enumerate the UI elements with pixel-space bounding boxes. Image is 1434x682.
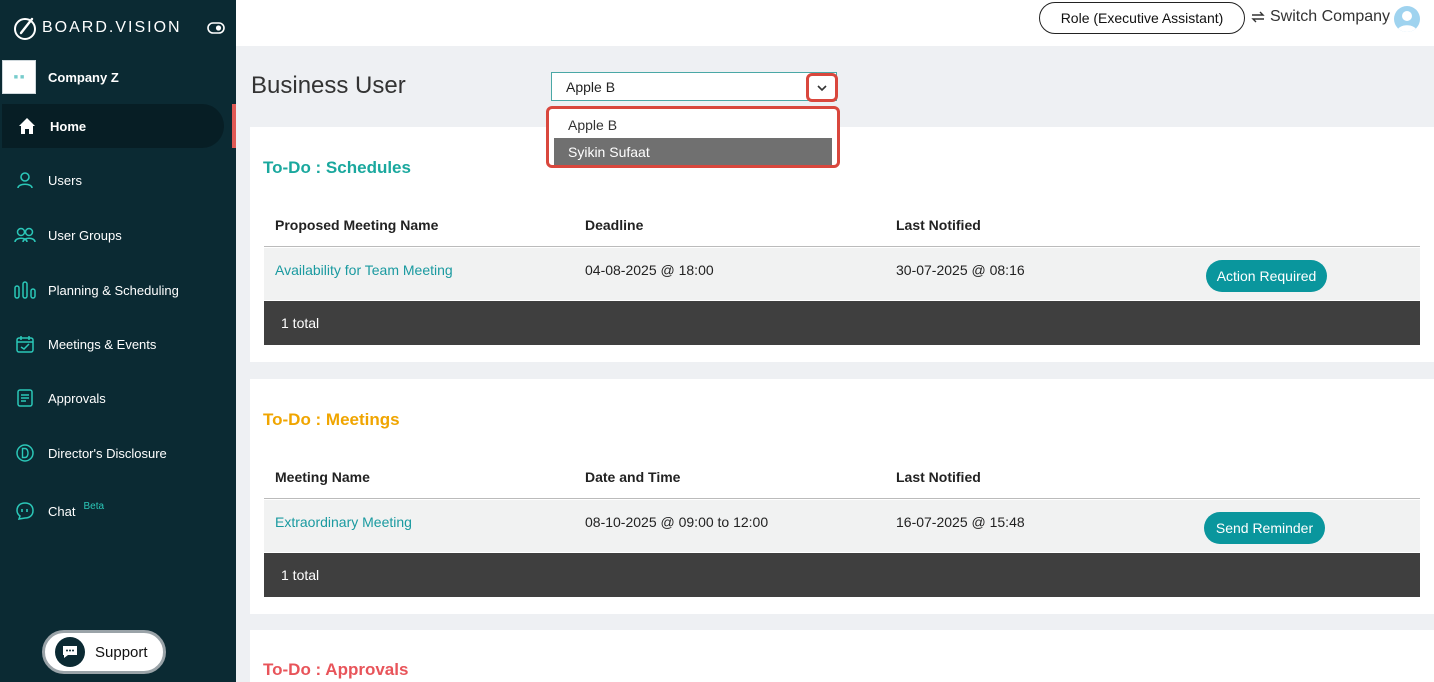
schedules-card: To-Do : Schedules Proposed Meeting Name …: [250, 127, 1434, 362]
switch-company-button[interactable]: Switch Company: [1250, 8, 1390, 26]
approvals-card: To-Do : Approvals: [250, 630, 1434, 682]
column-header: Meeting Name: [275, 469, 370, 485]
sidebar-item-approvals[interactable]: Approvals: [0, 376, 232, 420]
avatar[interactable]: [1394, 6, 1420, 32]
bars-icon: [14, 279, 36, 301]
column-header: Date and Time: [585, 469, 681, 485]
table-row: Extraordinary Meeting 08-10-2025 @ 09:00…: [264, 500, 1420, 552]
support-button[interactable]: Support: [42, 630, 166, 674]
column-header: Deadline: [585, 217, 644, 233]
sidebar-item-planning[interactable]: Planning & Scheduling: [0, 268, 232, 312]
user-dropdown: Apple B Syikin Sufaat: [546, 106, 840, 168]
schedules-total: 1 total: [264, 301, 1420, 345]
sidebar-item-label: Director's Disclosure: [48, 445, 167, 461]
column-header: Last Notified: [896, 217, 981, 233]
column-header: Proposed Meeting Name: [275, 217, 439, 233]
sidebar-item-home[interactable]: Home: [2, 104, 224, 148]
sidebar-item-label: Approvals: [48, 390, 106, 406]
meetings-total: 1 total: [264, 553, 1420, 597]
sidebar-item-label: Users: [48, 172, 82, 188]
active-indicator: [232, 104, 236, 148]
chat-bubble-icon: [55, 637, 85, 667]
last-notified-cell: 16-07-2025 @ 15:48: [896, 514, 1025, 530]
home-icon: [16, 115, 38, 137]
beta-badge: Beta: [83, 500, 105, 512]
business-user-select[interactable]: Apple B: [551, 72, 837, 101]
column-header: Last Notified: [896, 469, 981, 485]
support-label: Support: [95, 643, 148, 661]
brand[interactable]: BOARD.VISION: [12, 12, 182, 44]
last-notified-cell: 30-07-2025 @ 08:16: [896, 262, 1025, 278]
user-icon: [14, 169, 36, 191]
chevron-down-icon: [817, 84, 827, 91]
table-row: Availability for Team Meeting 04-08-2025…: [264, 248, 1420, 300]
sidebar-item-label: User Groups: [48, 227, 122, 243]
avatar-icon: [1397, 11, 1417, 32]
sidebar: BOARD.VISION ■ ■ Company Z Home Users Us…: [0, 0, 236, 682]
users-icon: [14, 224, 36, 246]
d-circle-icon: [14, 442, 36, 464]
meetings-title: To-Do : Meetings: [263, 410, 400, 429]
sidebar-item-disclosure[interactable]: Director's Disclosure: [0, 431, 232, 475]
document-icon: [14, 387, 36, 409]
company-switcher[interactable]: ■ ■ Company Z: [2, 60, 119, 94]
sidebar-item-label: Chat: [48, 503, 76, 519]
meeting-link[interactable]: Extraordinary Meeting: [275, 514, 412, 530]
sidebar-item-label: Planning & Scheduling: [48, 282, 179, 298]
meetings-card: To-Do : Meetings Meeting Name Date and T…: [250, 379, 1434, 614]
chat-icon: [14, 500, 36, 522]
role-button[interactable]: Role (Executive Assistant): [1039, 2, 1245, 34]
toggle-icon[interactable]: [207, 21, 225, 35]
send-reminder-button[interactable]: Send Reminder: [1204, 512, 1325, 544]
sidebar-item-users[interactable]: Users: [0, 158, 232, 202]
switch-company-label: Switch Company: [1270, 8, 1391, 25]
brand-name: BOARD.VISION: [42, 19, 182, 36]
deadline-cell: 04-08-2025 @ 18:00: [585, 262, 714, 278]
swap-icon: [1251, 11, 1265, 23]
sidebar-item-chat[interactable]: Chat Beta: [0, 489, 232, 533]
sidebar-item-label: Meetings & Events: [48, 336, 157, 352]
dropdown-option[interactable]: Apple B: [554, 111, 832, 138]
select-toggle[interactable]: [806, 73, 838, 102]
dropdown-option-highlighted[interactable]: Syikin Sufaat: [554, 138, 832, 165]
sidebar-item-user-groups[interactable]: User Groups: [0, 213, 232, 257]
company-name: Company Z: [48, 69, 119, 85]
sidebar-item-meetings[interactable]: Meetings & Events: [0, 322, 232, 366]
calendar-icon: [14, 333, 36, 355]
meeting-link[interactable]: Availability for Team Meeting: [275, 262, 453, 278]
company-logo: ■ ■: [2, 60, 36, 94]
select-value: Apple B: [566, 78, 616, 95]
logo-icon: [14, 17, 36, 40]
page-title: Business User: [251, 72, 406, 99]
schedules-table-header: Proposed Meeting Name Deadline Last Noti…: [264, 203, 1420, 247]
meetings-table-header: Meeting Name Date and Time Last Notified: [264, 455, 1420, 499]
date-time-cell: 08-10-2025 @ 09:00 to 12:00: [585, 514, 769, 530]
schedules-title: To-Do : Schedules: [263, 158, 411, 177]
sidebar-item-label: Home: [50, 118, 87, 134]
approvals-title: To-Do : Approvals: [263, 660, 409, 679]
action-required-button[interactable]: Action Required: [1206, 260, 1327, 292]
